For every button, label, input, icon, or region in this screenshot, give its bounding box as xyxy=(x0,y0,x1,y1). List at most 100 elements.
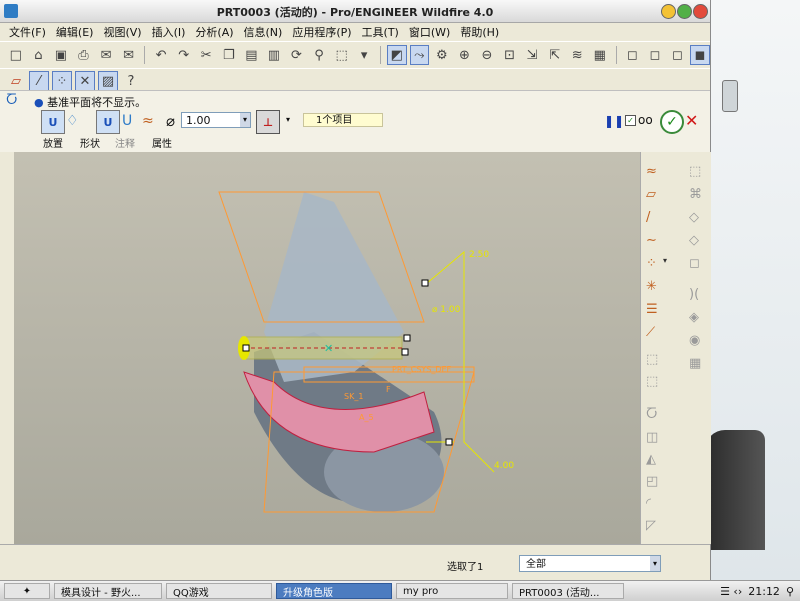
cancel-button[interactable]: ✕ xyxy=(685,111,698,130)
view-manager-icon[interactable]: ▦ xyxy=(590,45,610,65)
tab-properties[interactable]: 属性 xyxy=(152,135,172,150)
graphics-viewport[interactable]: 2.50 ⌀ 1.00 4.00 SK_1 A_5 PRT_CSYS_DEF F… xyxy=(14,152,640,544)
taskbar-item-mypro[interactable]: my pro xyxy=(396,583,508,599)
redraw-icon[interactable]: ◩ xyxy=(386,45,407,65)
datum-point-display-icon[interactable]: ⁘ xyxy=(52,71,72,91)
tray-icons[interactable]: ☰ ‹› xyxy=(720,585,742,598)
round-icon[interactable]: ◜ xyxy=(646,496,651,511)
ok-button[interactable]: ✓ xyxy=(660,110,684,134)
menu-tools[interactable]: 工具(T) xyxy=(357,24,404,40)
reorient-icon[interactable]: ⇲ xyxy=(522,45,542,65)
close-button[interactable] xyxy=(693,4,708,19)
dropdown-arrow-icon[interactable]: ▾ xyxy=(354,45,374,65)
handle-2[interactable] xyxy=(403,334,411,342)
preview-checkbox[interactable]: ✓ xyxy=(625,115,636,126)
open-file-icon[interactable]: ⌂ xyxy=(29,45,49,65)
chamfer-icon[interactable]: ◸ xyxy=(646,518,656,533)
no-hidden-icon[interactable]: ◻ xyxy=(668,45,688,65)
shell-icon[interactable]: ◫ xyxy=(646,430,658,445)
taskbar-item-qq[interactable]: QQ游戏 xyxy=(166,583,272,599)
point-tool-icon[interactable]: ⁘ xyxy=(646,256,657,271)
pipe-hollow-icon[interactable]: ♢ xyxy=(66,113,79,129)
paste-icon[interactable]: ▤ xyxy=(242,45,262,65)
mirror-icon[interactable]: ⌘ xyxy=(689,187,702,202)
curve-tool-icon[interactable]: ∼ xyxy=(646,233,657,248)
menu-edit[interactable]: 编辑(E) xyxy=(51,24,99,40)
shading-icon[interactable]: ◼ xyxy=(690,45,710,65)
trim-tool-icon[interactable]: ◇ xyxy=(689,233,699,248)
plane-tool-icon[interactable]: ▱ xyxy=(646,187,656,202)
projection-button[interactable]: ⊥ xyxy=(256,110,280,134)
solidify-icon[interactable]: ◉ xyxy=(689,333,700,348)
zoom-out-icon[interactable]: ⊖ xyxy=(477,45,497,65)
save-icon[interactable]: ▣ xyxy=(51,45,71,65)
print-icon[interactable]: ⎙ xyxy=(74,45,94,65)
extend-icon[interactable]: ◻ xyxy=(689,256,700,271)
menu-analysis[interactable]: 分析(A) xyxy=(190,24,238,40)
menu-view[interactable]: 视图(V) xyxy=(98,24,146,40)
filter-dropdown-icon[interactable]: ▾ xyxy=(650,556,660,571)
surface-type-button[interactable]: U xyxy=(96,110,120,134)
hole-icon[interactable]: Ⴀ xyxy=(646,407,657,422)
sketch-tool-icon[interactable]: ≈ xyxy=(646,164,657,179)
saved-views-icon[interactable]: ⇱ xyxy=(545,45,565,65)
cut-icon[interactable]: ✂ xyxy=(196,45,216,65)
grid-icon[interactable]: ▦ xyxy=(689,356,701,371)
thin-icon[interactable]: U xyxy=(122,113,132,129)
extrude-icon[interactable]: ⬚ xyxy=(646,352,658,367)
solid-type-button[interactable]: U xyxy=(41,110,65,134)
axis-tool-icon[interactable]: / xyxy=(646,210,650,225)
spin-center-icon[interactable]: ⤳ xyxy=(409,45,430,65)
minimize-button[interactable] xyxy=(661,4,676,19)
projection-arrow-icon[interactable]: ▾ xyxy=(286,115,290,124)
layers-icon[interactable]: ≋ xyxy=(567,45,587,65)
search-icon[interactable]: ⚲ xyxy=(786,585,794,598)
redo-icon[interactable]: ↷ xyxy=(174,45,194,65)
reference-items-field[interactable]: 1个项目 xyxy=(303,113,383,127)
maximize-button[interactable] xyxy=(677,4,692,19)
selection-filter[interactable]: 全部 xyxy=(519,555,661,572)
diameter-dropdown-icon[interactable]: ▾ xyxy=(240,113,250,127)
merge-icon[interactable]: ◇ xyxy=(689,210,699,225)
handle-5[interactable] xyxy=(242,344,250,352)
email-icon[interactable]: ✉ xyxy=(96,45,116,65)
hidden-line-icon[interactable]: ◻ xyxy=(645,45,665,65)
menu-info[interactable]: 信息(N) xyxy=(239,24,288,40)
pause-icon[interactable]: ❚❚ xyxy=(604,114,624,128)
zoom-in-icon[interactable]: ⊕ xyxy=(455,45,475,65)
menu-help[interactable]: 帮助(H) xyxy=(455,24,504,40)
sketch-curve-icon[interactable]: ⟋ xyxy=(646,325,655,340)
trim-icon[interactable]: ≈ xyxy=(142,113,154,129)
handle-3[interactable] xyxy=(401,348,409,356)
datum-plane-display-icon[interactable]: ▱ xyxy=(6,71,26,91)
revolve-icon[interactable]: ⬚ xyxy=(646,374,658,389)
undo-icon[interactable]: ↶ xyxy=(151,45,171,65)
select-box-icon[interactable]: ⬚ xyxy=(332,45,352,65)
preview-glasses-icon[interactable]: oo xyxy=(638,113,653,127)
pattern-icon[interactable]: ⬚ xyxy=(689,164,701,179)
point-dropdown-icon[interactable]: ▾ xyxy=(663,256,667,265)
analysis-tool-icon[interactable]: ☰ xyxy=(646,302,658,317)
menu-window[interactable]: 窗口(W) xyxy=(404,24,455,40)
taskbar-item-mold[interactable]: 模具设计 - 野火... xyxy=(54,583,162,599)
tab-notes[interactable]: 注释 xyxy=(115,135,152,150)
menu-applications[interactable]: 应用程序(P) xyxy=(287,24,356,40)
start-button[interactable]: ✦ xyxy=(4,583,50,599)
csys-display-icon[interactable]: ✕ xyxy=(75,71,95,91)
tab-placement[interactable]: 放置 xyxy=(43,135,80,150)
rib-icon[interactable]: ◭ xyxy=(646,452,656,467)
new-file-icon[interactable]: □ xyxy=(6,45,26,65)
regenerate-icon[interactable]: ⟳ xyxy=(287,45,307,65)
find-icon[interactable]: ⚲ xyxy=(309,45,329,65)
menu-file[interactable]: 文件(F) xyxy=(4,24,51,40)
paste-special-icon[interactable]: ▥ xyxy=(264,45,284,65)
taskbar-item-upgrade[interactable]: 升级角色版 xyxy=(276,583,392,599)
wireframe-icon[interactable]: ◻ xyxy=(623,45,643,65)
context-help-icon[interactable]: ? xyxy=(121,71,141,91)
draft-icon[interactable]: ◰ xyxy=(646,474,658,489)
menu-insert[interactable]: 插入(I) xyxy=(147,24,191,40)
orient-icon[interactable]: ⚙ xyxy=(432,45,452,65)
offset-icon[interactable]: )( xyxy=(689,287,699,302)
email-link-icon[interactable]: ✉ xyxy=(119,45,139,65)
taskbar-item-prt[interactable]: PRT0003 (活动... xyxy=(512,583,624,599)
